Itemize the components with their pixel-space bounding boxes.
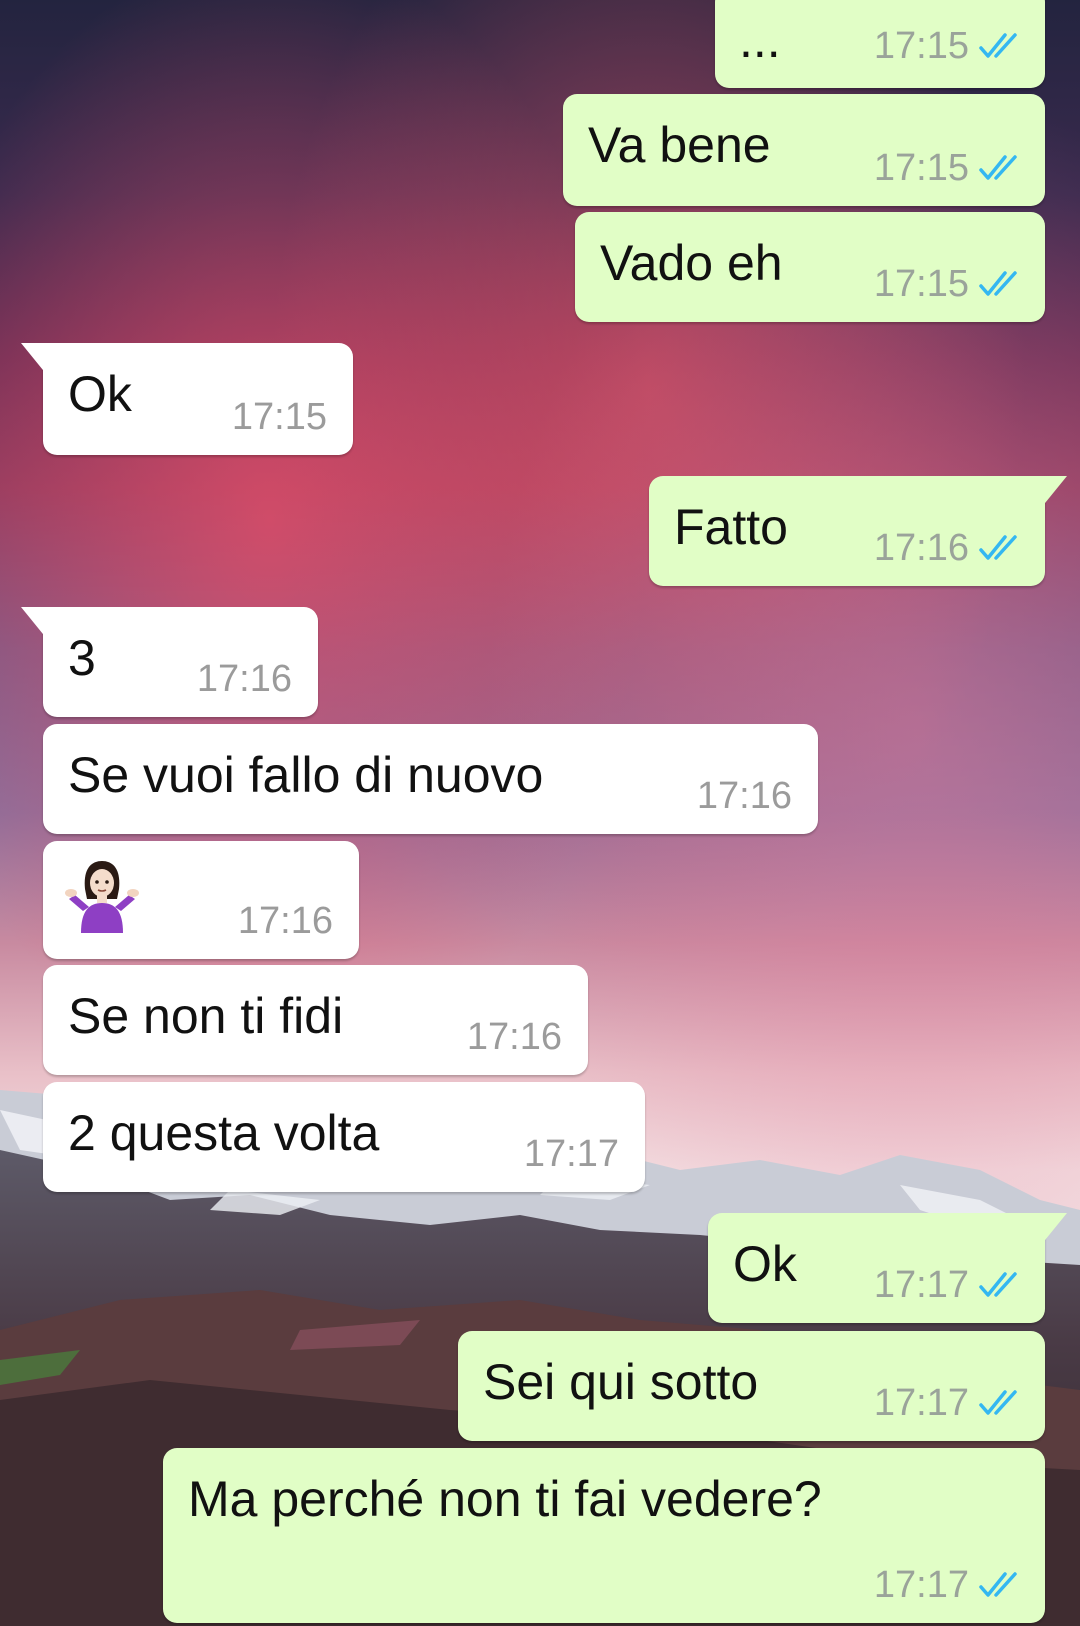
outgoing-message-bubble[interactable]: Vado eh 17:15 <box>575 212 1045 322</box>
bubble-tail-right <box>1037 476 1067 508</box>
message-text: 3 <box>68 630 96 686</box>
message-meta: 17:15 <box>874 24 1023 68</box>
message-text: ... <box>739 12 781 68</box>
message-timestamp: 17:15 <box>873 147 969 189</box>
person-shrugging-emoji <box>65 861 139 933</box>
message-meta: 17:16 <box>238 899 333 943</box>
incoming-message-bubble[interactable]: 17:16 <box>43 841 359 959</box>
bubble-tail-left <box>21 607 51 639</box>
message-timestamp: 17:17 <box>523 1133 619 1175</box>
message-text: Fatto <box>674 499 788 555</box>
message-timestamp: 17:17 <box>873 1564 969 1606</box>
message-timestamp: 17:15 <box>873 263 969 305</box>
message-meta: 17:16 <box>197 657 292 701</box>
outgoing-message-bubble[interactable]: ... 17:15 <box>715 0 1045 88</box>
message-meta: 17:16 <box>874 526 1023 570</box>
outgoing-message-bubble[interactable]: Ma perché non ti fai vedere? 17:17 <box>163 1448 1045 1623</box>
message-meta: 17:15 <box>232 395 327 439</box>
message-text: Va bene <box>588 117 771 173</box>
double-check-icon <box>979 1390 1017 1415</box>
message-text: Ma perché non ti fai vedere? <box>188 1471 822 1527</box>
incoming-message-bubble[interactable]: 3 17:16 <box>21 607 318 717</box>
bubble-tail-left <box>21 343 51 375</box>
double-check-icon <box>979 535 1017 560</box>
message-text: Vado eh <box>600 235 783 291</box>
double-check-icon <box>979 155 1017 180</box>
message-text: Ok <box>68 366 132 422</box>
outgoing-message-bubble[interactable]: Ok 17:17 <box>708 1213 1067 1323</box>
message-meta: 17:16 <box>697 774 792 818</box>
outgoing-message-bubble[interactable]: Fatto 17:16 <box>649 476 1067 586</box>
incoming-message-bubble[interactable]: 2 questa volta 17:17 <box>43 1082 645 1192</box>
message-timestamp: 17:17 <box>873 1264 969 1306</box>
double-check-icon <box>979 1572 1017 1597</box>
message-text: Se vuoi fallo di nuovo <box>68 747 544 803</box>
incoming-message-bubble[interactable]: Se vuoi fallo di nuovo 17:16 <box>43 724 818 834</box>
message-meta: 17:15 <box>874 146 1023 190</box>
incoming-message-bubble[interactable]: Se non ti fidi 17:16 <box>43 965 588 1075</box>
message-meta: 17:17 <box>524 1132 619 1176</box>
message-timestamp: 17:17 <box>873 1382 969 1424</box>
message-timestamp: 17:16 <box>873 527 969 569</box>
double-check-icon <box>979 271 1017 296</box>
message-timestamp: 17:16 <box>196 658 292 700</box>
message-meta: 17:17 <box>874 1263 1023 1307</box>
message-text: Sei qui sotto <box>483 1354 759 1410</box>
double-check-icon <box>979 33 1017 58</box>
outgoing-message-bubble[interactable]: Va bene 17:15 <box>563 94 1045 206</box>
message-timestamp: 17:16 <box>466 1016 562 1058</box>
bubble-tail-right <box>1037 1213 1067 1245</box>
message-meta: 17:16 <box>467 1015 562 1059</box>
message-meta: 17:15 <box>874 262 1023 306</box>
message-timestamp: 17:15 <box>231 396 327 438</box>
message-meta: 17:17 <box>874 1381 1023 1425</box>
double-check-icon <box>979 1272 1017 1297</box>
message-text: Ok <box>733 1236 797 1292</box>
outgoing-message-bubble[interactable]: Sei qui sotto 17:17 <box>458 1331 1045 1441</box>
message-timestamp: 17:15 <box>873 25 969 67</box>
message-text: Se non ti fidi <box>68 988 344 1044</box>
incoming-message-bubble[interactable]: Ok 17:15 <box>21 343 353 455</box>
message-text: 2 questa volta <box>68 1105 380 1161</box>
message-meta: 17:17 <box>874 1563 1023 1607</box>
message-timestamp: 17:16 <box>696 775 792 817</box>
message-timestamp: 17:16 <box>237 900 333 942</box>
